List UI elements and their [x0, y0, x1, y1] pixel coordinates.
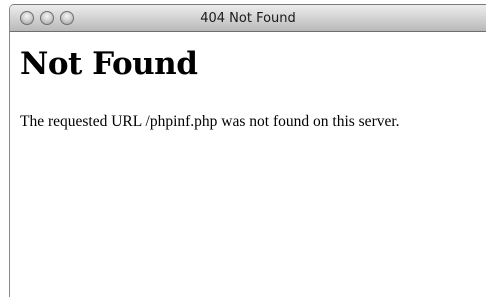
- window-title: 404 Not Found: [200, 11, 296, 26]
- error-message: The requested URL /phpinf.php was not fo…: [20, 113, 400, 130]
- browser-window: 404 Not Found Not Found The requested UR…: [9, 4, 486, 297]
- page-content: Not Found The requested URL /phpinf.php …: [10, 33, 486, 297]
- page-heading: Not Found: [20, 46, 198, 82]
- title-bar[interactable]: 404 Not Found: [10, 5, 486, 32]
